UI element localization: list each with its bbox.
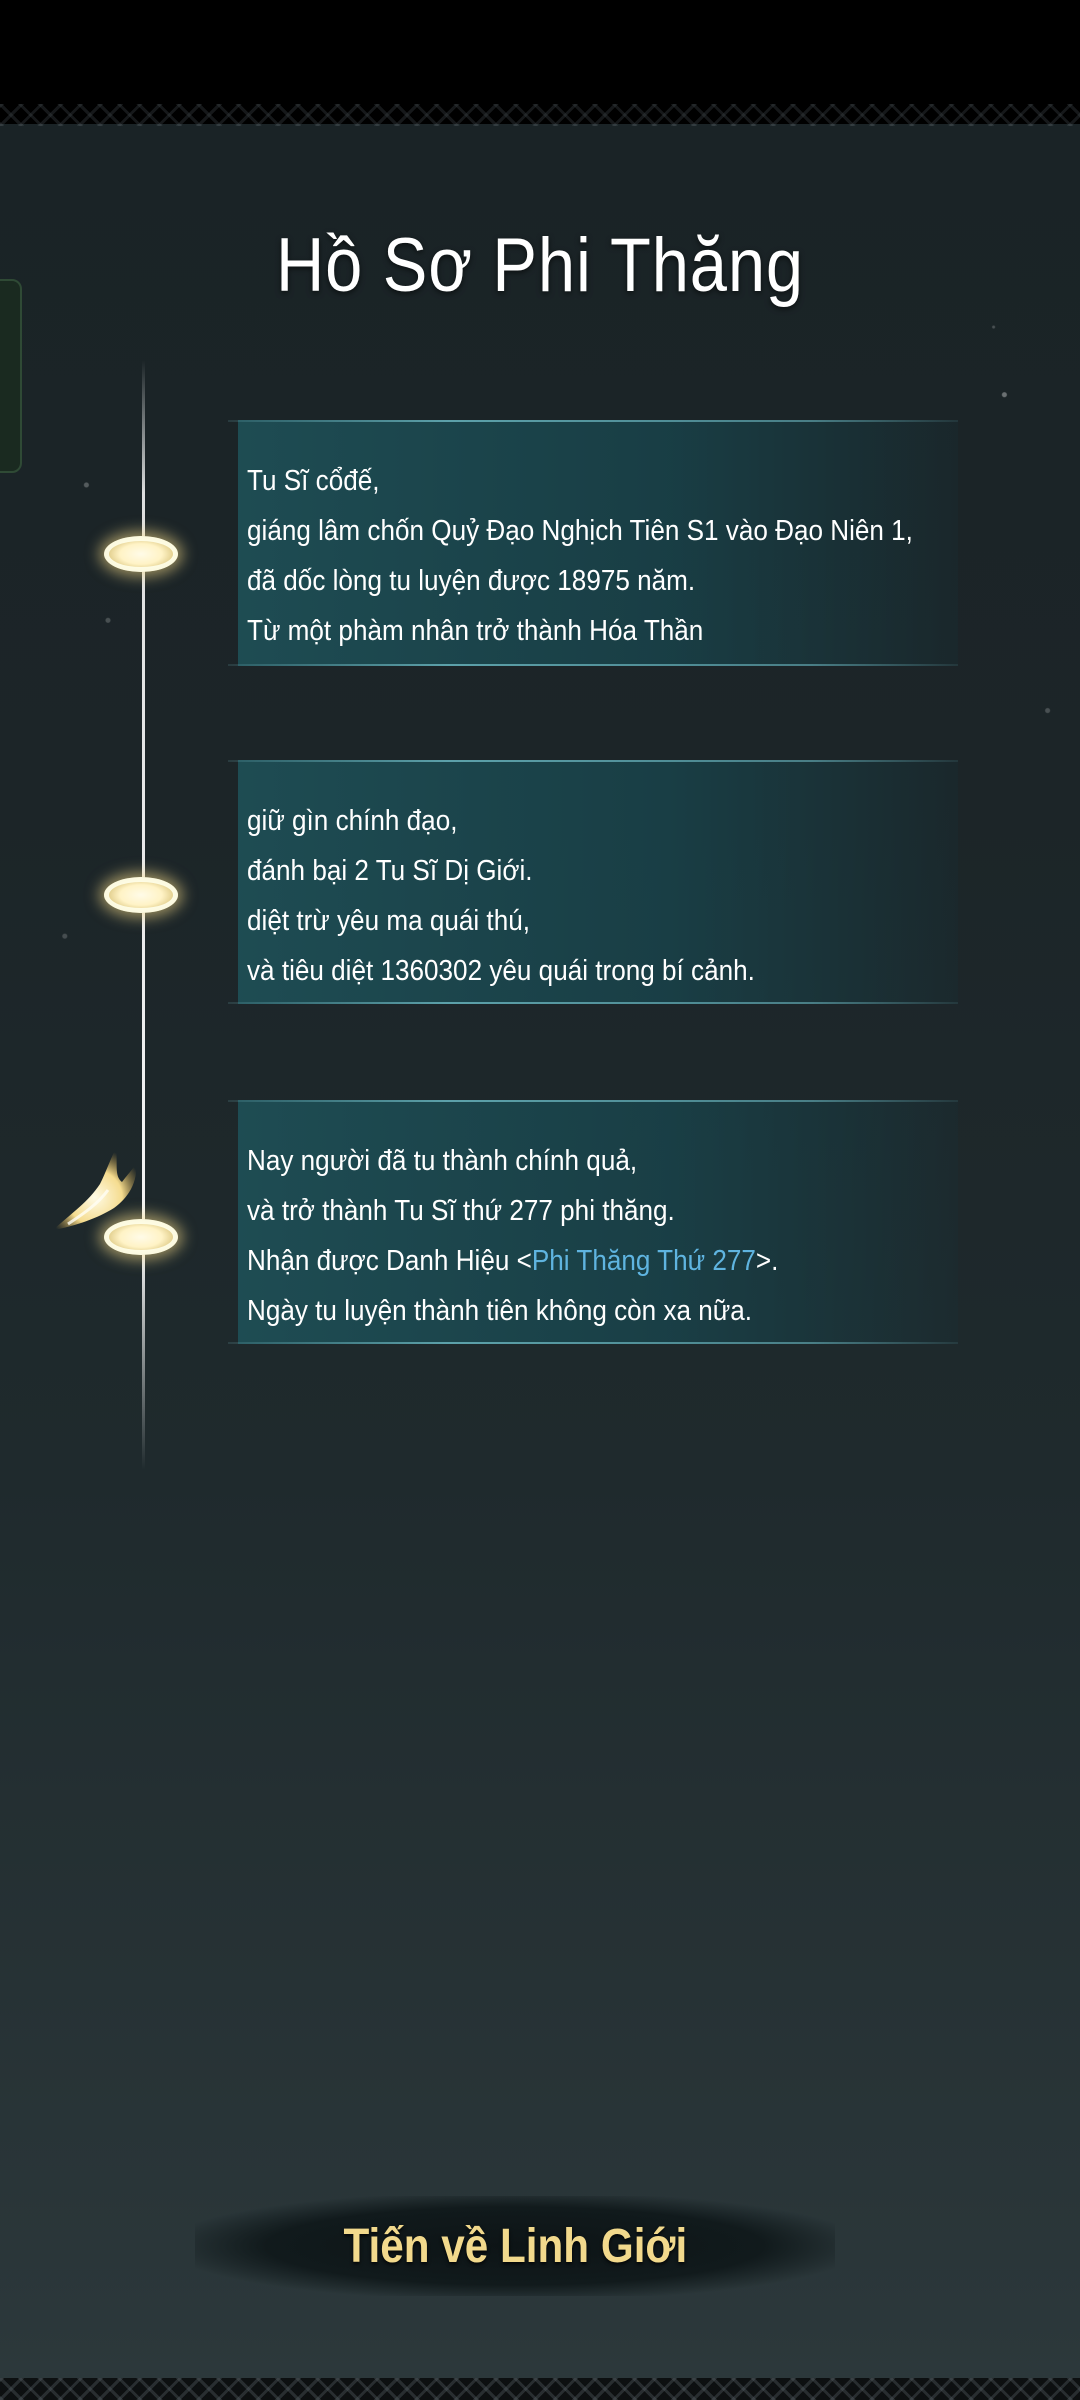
entry-line: Ngày tu luyện thành tiên không còn xa nữ… [247,1295,753,1327]
entry-line: giữ gìn chính đạo, [247,805,458,837]
ascension-record-screen: Hồ Sơ Phi Thăng Tu Sĩ cổđế, giáng lâm ch… [0,0,1080,2400]
entry-line: giáng lâm chốn Quỷ Đạo Nghịch Tiên S1 và… [247,515,913,547]
timeline-node [104,877,178,913]
timeline-entry: Nay người đã tu thành chính quả, và trở … [228,1100,958,1344]
timeline-node [104,536,178,572]
timeline-line [142,360,145,1470]
spirit-flame-icon [53,1148,137,1230]
timeline-entry: giữ gìn chính đạo, đánh bại 2 Tu Sĩ Dị G… [228,760,958,1004]
title-award-prefix: Nhận được Danh Hiệu < [247,1245,532,1277]
entry-line: đánh bại 2 Tu Sĩ Dị Giới. [247,855,533,887]
title-award-name: Phi Thăng Thứ 277 [531,1245,756,1277]
entry-line: Nay người đã tu thành chính quả, [247,1145,638,1177]
entry-line: diệt trừ yêu ma quái thú, [247,905,530,937]
page-title: Hồ Sơ Phi Thăng [276,223,804,308]
go-to-spirit-realm-button[interactable]: Tiến về Linh Giới [195,2196,835,2296]
entry-line: đã dốc lòng tu luyện được 18975 năm. [247,565,696,597]
top-ornament-border [0,104,1080,126]
entry-line: và trở thành Tu Sĩ thứ 277 phi thăng. [247,1195,675,1227]
timeline-entry: Tu Sĩ cổđế, giáng lâm chốn Quỷ Đạo Nghịc… [228,420,958,666]
entry-line: Từ một phàm nhân trở thành Hóa Thần [247,615,704,647]
go-to-spirit-realm-label: Tiến về Linh Giới [343,2219,687,2273]
entry-line: và tiêu diệt 1360302 yêu quái trong bí c… [247,955,755,987]
entry-line: Tu Sĩ cổđế, [247,465,380,497]
bottom-ornament-border [0,2378,1080,2400]
title-award-suffix: >. [755,1245,779,1277]
title-award-line: Nhận được Danh Hiệu <Phi Thăng Thứ 277>. [247,1236,886,1286]
side-tab[interactable] [0,279,22,473]
